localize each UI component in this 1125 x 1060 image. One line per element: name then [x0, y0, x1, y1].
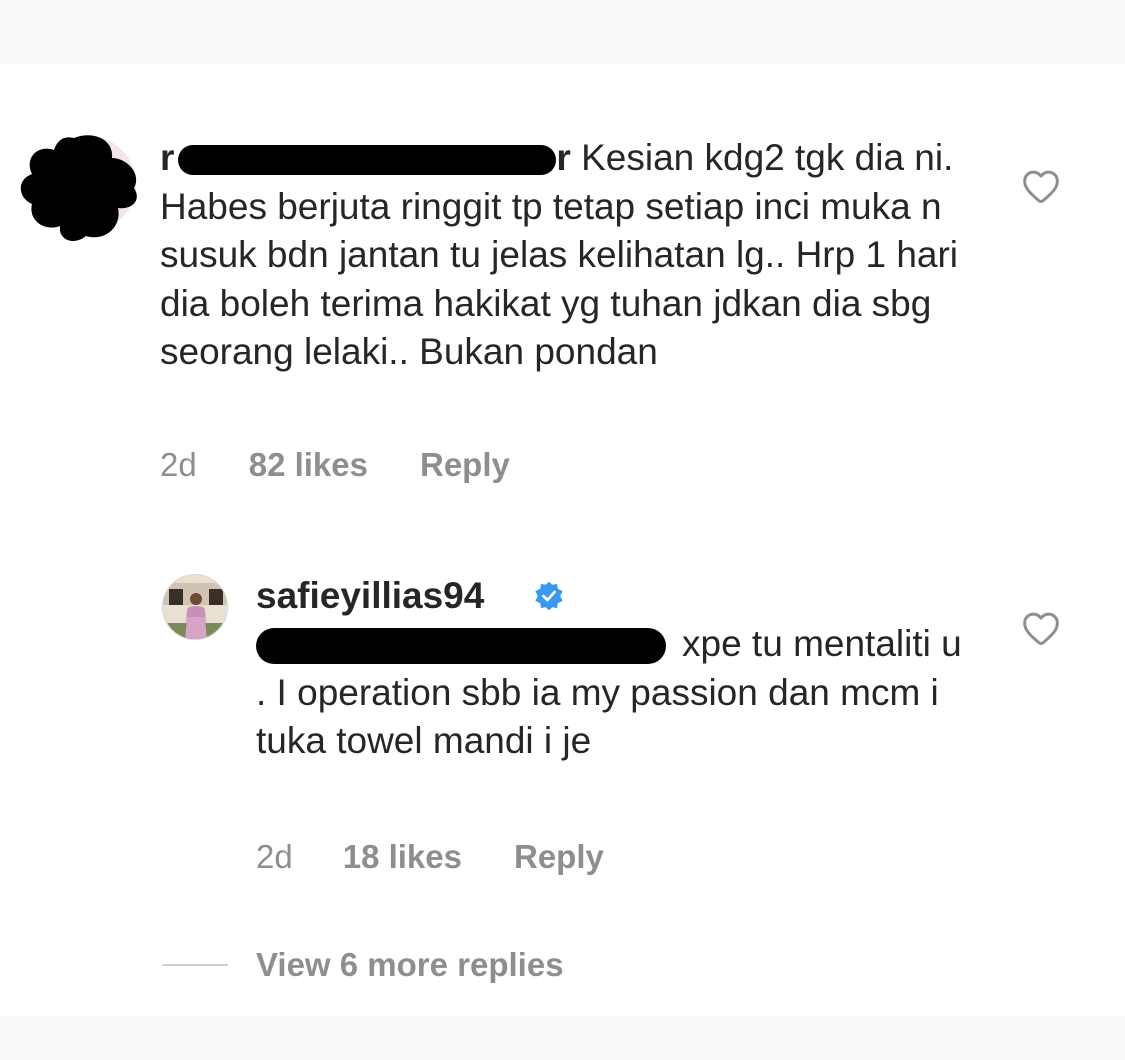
likes-count[interactable]: 82 likes — [249, 446, 368, 484]
comment-age: 2d — [256, 838, 293, 875]
comment-username[interactable]: safieyillias94 — [256, 572, 484, 620]
comment-username-tail[interactable]: r — [556, 137, 570, 178]
top-bar — [0, 0, 1125, 64]
redaction-mark — [20, 135, 137, 241]
comment-meta: 2d 82 likes Reply — [160, 446, 510, 484]
avatar[interactable] — [162, 574, 228, 640]
comment-body: rr Kesian kdg2 tgk dia ni. Habes berjuta… — [160, 134, 960, 377]
comment-age: 2d — [160, 446, 197, 483]
comment-username[interactable]: r — [160, 137, 174, 178]
comment-meta: 2d 18 likes Reply — [256, 838, 604, 876]
redacted-mention — [256, 628, 666, 665]
likes-count[interactable]: 18 likes — [343, 838, 462, 876]
view-more-replies-button[interactable]: View 6 more replies — [162, 946, 564, 984]
redacted-username — [178, 145, 557, 176]
view-more-replies-label: View 6 more replies — [256, 946, 564, 983]
reply-button[interactable]: Reply — [420, 446, 510, 484]
bottom-bar — [0, 1016, 1125, 1060]
divider-line — [162, 964, 228, 966]
comment-body: xpe tu mentaliti u . I operation sbb ia … — [256, 620, 976, 766]
avatar-image — [163, 575, 227, 639]
reply-button[interactable]: Reply — [514, 838, 604, 876]
verified-badge-icon — [535, 581, 563, 611]
heart-icon[interactable] — [1021, 168, 1061, 204]
heart-icon[interactable] — [1021, 610, 1061, 646]
